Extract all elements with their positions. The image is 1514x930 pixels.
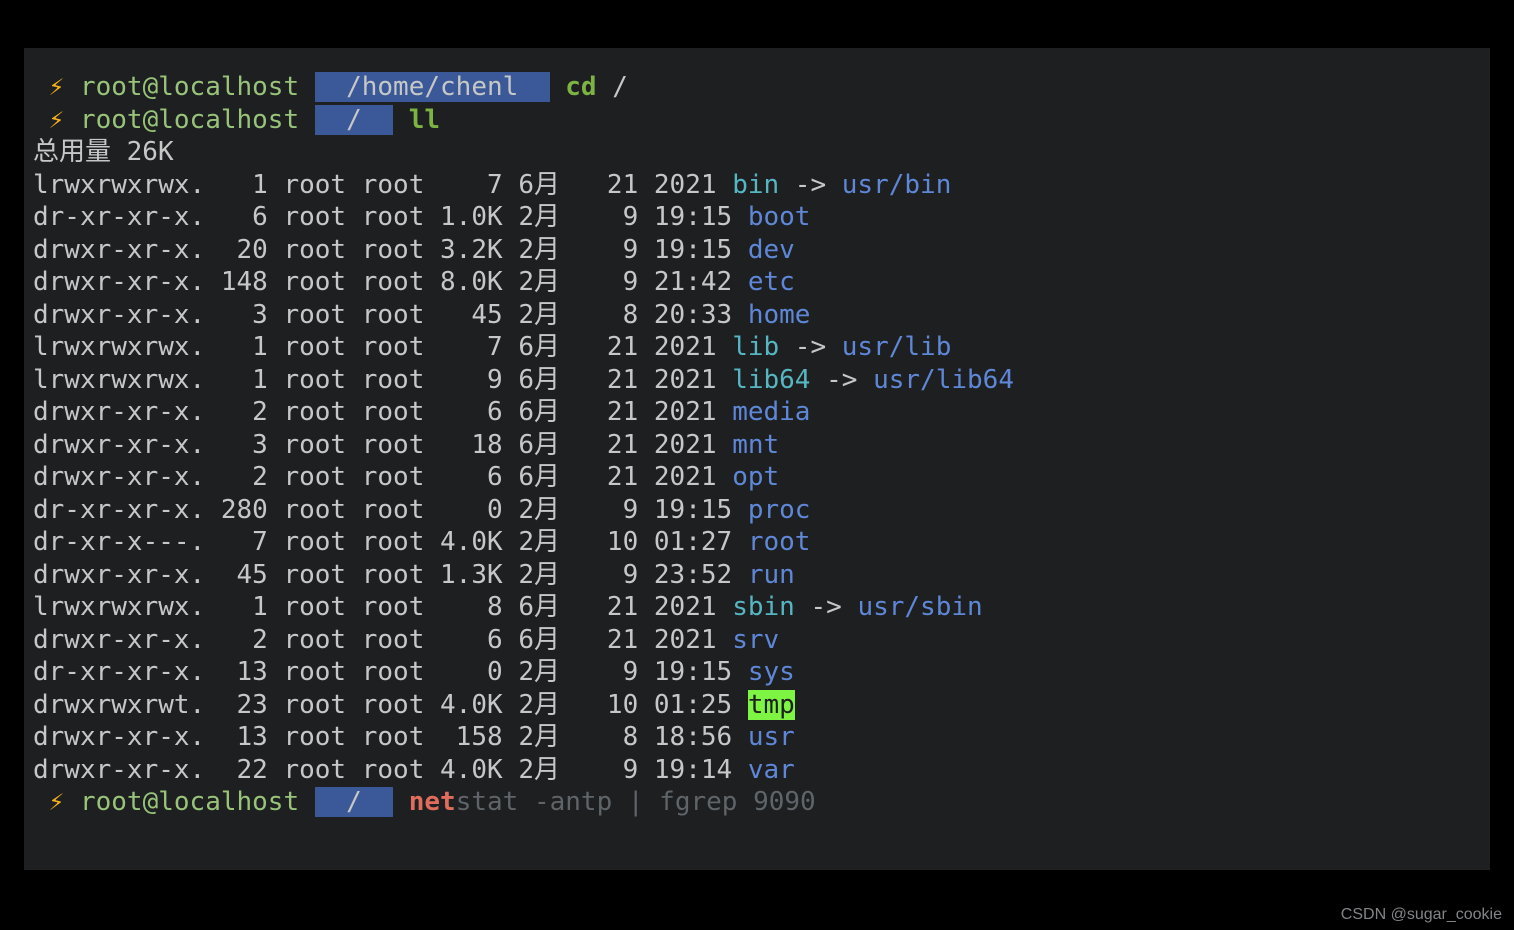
list-item: drwxr-xr-x. 3 root root 18 6月 21 2021 mn… (33, 429, 1481, 462)
list-item: dr-xr-xr-x. 280 root root 0 2月 9 19:15 p… (33, 494, 1481, 527)
list-item: drwxr-xr-x. 2 root root 6 6月 21 2021 opt (33, 461, 1481, 494)
list-item: drwxr-xr-x. 3 root root 45 2月 8 20:33 ho… (33, 299, 1481, 332)
typed-command: cd (565, 72, 596, 102)
list-item: drwxr-xr-x. 45 root root 1.3K 2月 9 23:52… (33, 559, 1481, 592)
list-item: dr-xr-xr-x. 6 root root 1.0K 2月 9 19:15 … (33, 201, 1481, 234)
list-item: drwxr-xr-x. 2 root root 6 6月 21 2021 med… (33, 396, 1481, 429)
terminal-window[interactable]: ⚡ root@localhost /home/chenl cd / ⚡ root… (24, 48, 1490, 870)
user-host: root@localhost (80, 72, 299, 102)
list-item: lrwxrwxrwx. 1 root root 8 6月 21 2021 sbi… (33, 591, 1481, 624)
list-item: lrwxrwxrwx. 1 root root 7 6月 21 2021 bin… (33, 169, 1481, 202)
watermark: CSDN @sugar_cookie (1341, 906, 1502, 924)
path-segment: / (346, 105, 362, 135)
prompt-line-1: ⚡ root@localhost /home/chenl cd / (33, 71, 1481, 104)
list-item: drwxrwxrwt. 23 root root 4.0K 2月 10 01:2… (33, 689, 1481, 722)
list-item: drwxr-xr-x. 2 root root 6 6月 21 2021 srv (33, 624, 1481, 657)
total-line: 总用量 26K (33, 136, 1481, 169)
user-host: root@localhost (80, 105, 299, 135)
list-item: dr-xr-x---. 7 root root 4.0K 2月 10 01:27… (33, 526, 1481, 559)
command-arg: / (612, 72, 628, 102)
list-item: lrwxrwxrwx. 1 root root 7 6月 21 2021 lib… (33, 331, 1481, 364)
list-item: drwxr-xr-x. 22 root root 4.0K 2月 9 19:14… (33, 754, 1481, 787)
bolt-icon: ⚡ (49, 105, 80, 135)
list-item: lrwxrwxrwx. 1 root root 9 6月 21 2021 lib… (33, 364, 1481, 397)
list-item: drwxr-xr-x. 148 root root 8.0K 2月 9 21:4… (33, 266, 1481, 299)
list-item: drwxr-xr-x. 20 root root 3.2K 2月 9 19:15… (33, 234, 1481, 267)
typed-command: ll (409, 105, 440, 135)
path-segment: / (346, 787, 362, 817)
prompt-line-2: ⚡ root@localhost / ll (33, 104, 1481, 137)
path-segment: /home/chenl (346, 72, 518, 102)
autosuggestion: stat -antp | fgrep 9090 (456, 787, 816, 817)
typed-partial-command: net (409, 787, 456, 817)
bolt-icon: ⚡ (49, 787, 80, 817)
user-host: root@localhost (80, 787, 299, 817)
list-item: dr-xr-xr-x. 13 root root 0 2月 9 19:15 sy… (33, 656, 1481, 689)
list-item: drwxr-xr-x. 13 root root 158 2月 8 18:56 … (33, 721, 1481, 754)
bolt-icon: ⚡ (49, 72, 80, 102)
prompt-line-3[interactable]: ⚡ root@localhost / netstat -antp | fgrep… (33, 786, 1481, 819)
directory-listing: lrwxrwxrwx. 1 root root 7 6月 21 2021 bin… (33, 169, 1481, 787)
